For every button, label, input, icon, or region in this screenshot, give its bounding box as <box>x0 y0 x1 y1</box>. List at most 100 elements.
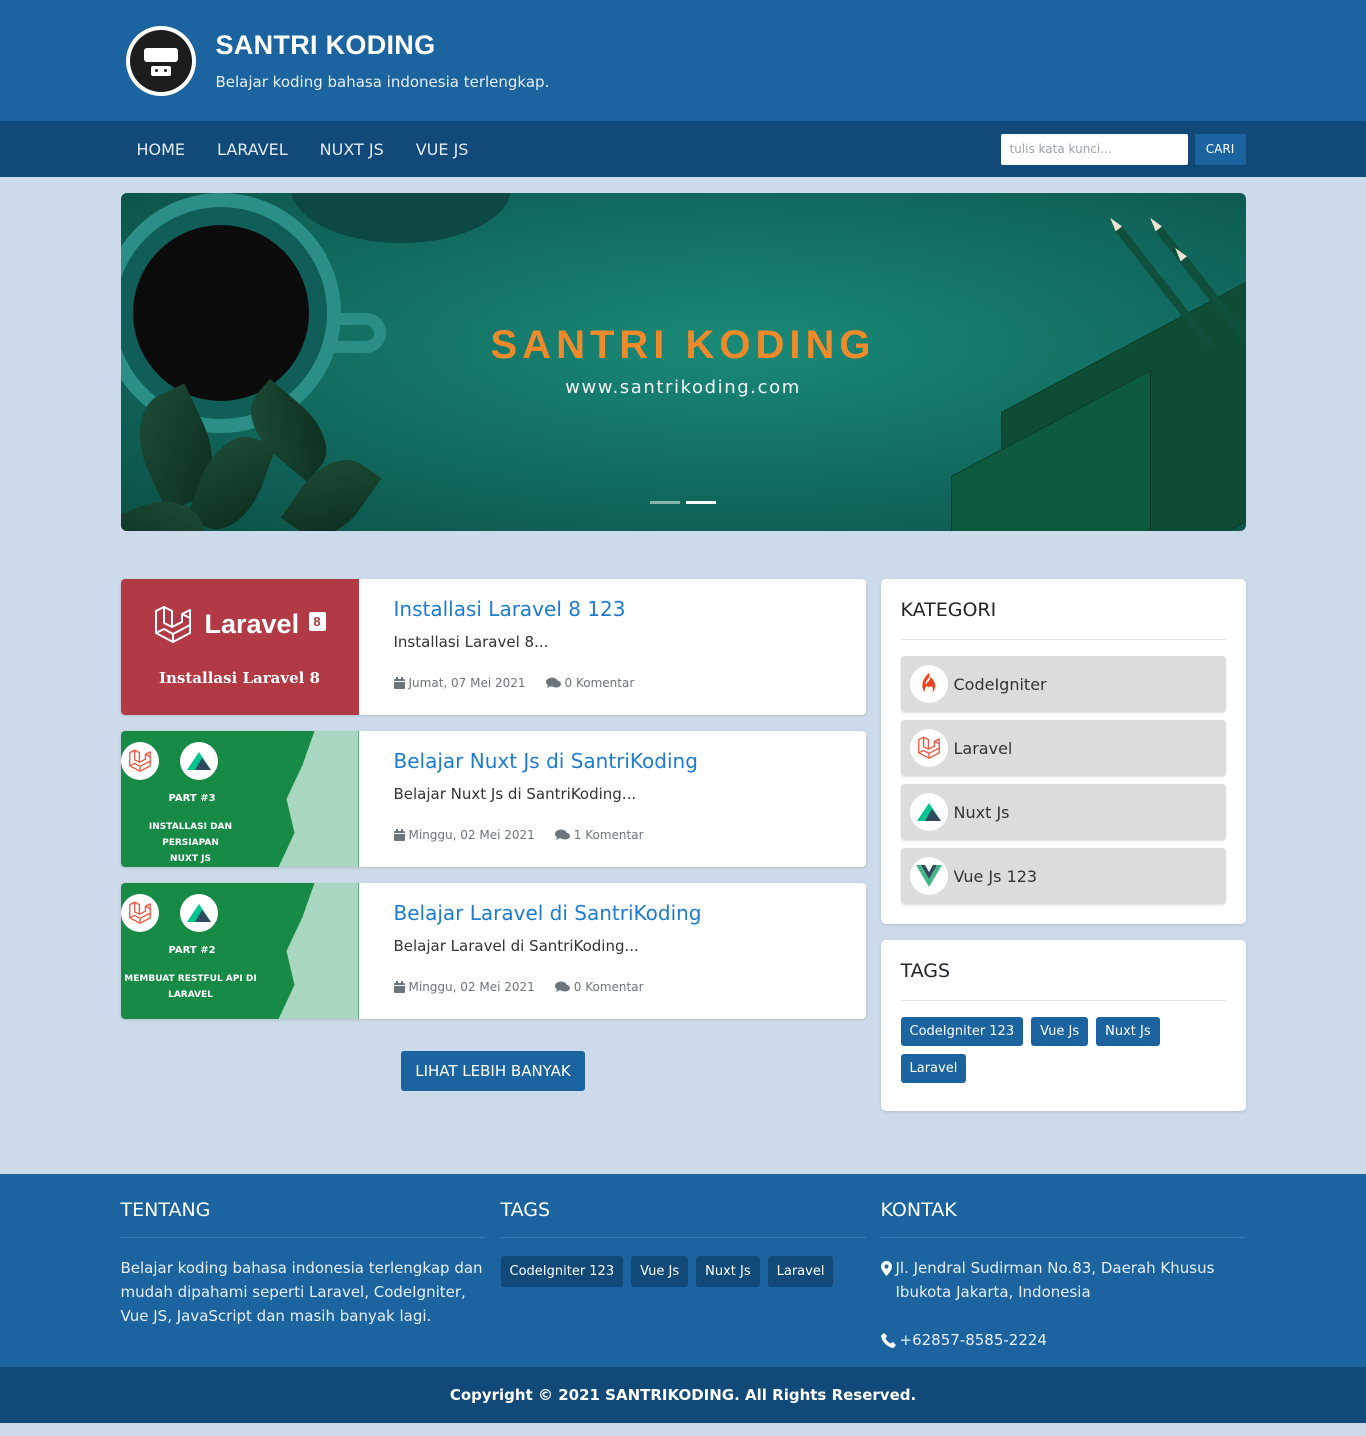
nav-item-home[interactable]: HOME <box>137 140 186 159</box>
load-more-button[interactable]: LIHAT LEBIH BANYAK <box>401 1051 585 1091</box>
post-card: PART #3 INSTALLASI DAN PERSIAPAN NUXT JS… <box>120 731 866 867</box>
post-comments[interactable]: 1 Komentar <box>554 828 644 842</box>
post-meta: Minggu, 02 Mei 2021 1 Komentar <box>393 828 831 842</box>
footer-tag-item[interactable]: Vue Js <box>631 1256 689 1287</box>
vue-icon <box>909 857 948 895</box>
comments-icon <box>545 677 561 688</box>
calendar-icon <box>393 677 405 689</box>
post-date-text: Minggu, 02 Mei 2021 <box>408 980 535 994</box>
footer-phone[interactable]: +62857-8585-2224 <box>880 1328 1246 1352</box>
site-subtitle: Belajar koding bahasa indonesia terlengk… <box>215 73 550 91</box>
sidebar: KATEGORI CodeIgniter Laravel Nuxt Js Vue… <box>880 579 1246 1127</box>
main-content: Laravel 8 Installasi Laravel 8 Installas… <box>120 579 1246 1127</box>
post-thumbnail[interactable]: PART #2 MEMBUAT RESTFUL API DI LARAVEL <box>120 883 359 1019</box>
comments-icon <box>554 981 570 992</box>
search-input[interactable] <box>1000 133 1188 165</box>
thumbnail-caption: MEMBUAT RESTFUL API DI LARAVEL <box>124 974 257 1000</box>
tag-item[interactable]: Vue Js <box>1031 1017 1089 1046</box>
footer-contact-title: KONTAK <box>880 1199 1246 1238</box>
post-thumbnail[interactable]: Laravel 8 Installasi Laravel 8 <box>120 579 359 715</box>
load-more-wrap: LIHAT LEBIH BANYAK <box>121 1051 866 1091</box>
tags-title: TAGS <box>900 960 1226 1001</box>
nuxt-icon <box>909 793 948 831</box>
footer-tag-list: CodeIgniter 123 Vue Js Nuxt Js Laravel <box>500 1256 866 1295</box>
category-label: Vue Js 123 <box>953 866 1038 886</box>
phone-icon <box>880 1333 896 1348</box>
category-item-codeigniter[interactable]: CodeIgniter <box>900 656 1226 712</box>
post-card: PART #2 MEMBUAT RESTFUL API DI LARAVEL B… <box>120 883 866 1019</box>
category-card: KATEGORI CodeIgniter Laravel Nuxt Js Vue… <box>880 579 1246 924</box>
site-title[interactable]: SANTRI KODING <box>216 30 550 61</box>
footer-about: TENTANG Belajar koding bahasa indonesia … <box>120 1199 486 1352</box>
post-meta: Jumat, 07 Mei 2021 0 Komentar <box>393 676 831 690</box>
thumbnail-part: PART #2 <box>168 945 216 956</box>
brand: SANTRI KODING Belajar koding bahasa indo… <box>216 30 550 91</box>
post-date-text: Minggu, 02 Mei 2021 <box>408 828 535 842</box>
comments-icon <box>554 829 570 840</box>
footer-tag-item[interactable]: Nuxt Js <box>696 1256 760 1287</box>
nuxt-icon <box>179 742 218 780</box>
main-nav: HOME LARAVEL NUXT JS VUE JS CARI <box>0 121 1366 177</box>
tag-item[interactable]: Laravel <box>900 1054 967 1083</box>
tags-card: TAGS CodeIgniter 123 Vue Js Nuxt Js Lara… <box>880 940 1246 1111</box>
category-item-nuxt-js[interactable]: Nuxt Js <box>900 784 1226 840</box>
post-excerpt: Installasi Laravel 8... <box>393 633 549 651</box>
category-title: KATEGORI <box>900 599 1226 640</box>
footer-tags-title: TAGS <box>500 1199 866 1238</box>
post-date-text: Jumat, 07 Mei 2021 <box>408 676 526 690</box>
tag-item[interactable]: CodeIgniter 123 <box>900 1017 1024 1046</box>
category-label: Nuxt Js <box>953 802 1010 822</box>
site-logo[interactable] <box>125 25 196 96</box>
footer-phone-text: +62857-8585-2224 <box>899 1331 1047 1349</box>
post-comments-text: 0 Komentar <box>573 980 644 994</box>
post-meta: Minggu, 02 Mei 2021 0 Komentar <box>393 980 831 994</box>
post-comments[interactable]: 0 Komentar <box>545 676 634 690</box>
post-date: Minggu, 02 Mei 2021 <box>393 828 535 842</box>
footer-about-text: Belajar koding bahasa indonesia terlengk… <box>120 1259 483 1325</box>
post-card: Laravel 8 Installasi Laravel 8 Installas… <box>120 579 866 715</box>
search-form: CARI <box>1000 133 1246 165</box>
post-list: Laravel 8 Installasi Laravel 8 Installas… <box>120 579 866 1127</box>
nav-item-vue-js[interactable]: VUE JS <box>416 140 469 159</box>
post-comments-text: 1 Komentar <box>573 828 644 842</box>
slide-url: www.santrikoding.com <box>565 377 801 398</box>
footer-tag-item[interactable]: Laravel <box>767 1256 834 1287</box>
decor-plate <box>290 193 511 243</box>
footer-tag-item[interactable]: CodeIgniter 123 <box>500 1256 624 1287</box>
slide-title: SANTRI KODING <box>490 323 876 367</box>
tag-list: CodeIgniter 123 Vue Js Nuxt Js Laravel <box>900 1017 1226 1091</box>
nav-item-laravel[interactable]: LARAVEL <box>217 140 288 159</box>
laravel-icon <box>120 894 159 932</box>
post-comments[interactable]: 0 Komentar <box>554 980 644 994</box>
tag-item[interactable]: Nuxt Js <box>1096 1017 1160 1046</box>
site-header: SANTRI KODING Belajar koding bahasa indo… <box>0 0 1366 121</box>
laravel-wordmark: Laravel <box>204 609 300 639</box>
slider-indicator-1[interactable] <box>649 501 680 504</box>
post-thumbnail[interactable]: PART #3 INSTALLASI DAN PERSIAPAN NUXT JS <box>120 731 359 867</box>
category-label: CodeIgniter <box>953 674 1047 694</box>
thumbnail-caption: INSTALLASI DAN PERSIAPAN NUXT JS <box>148 822 233 864</box>
laravel-icon <box>120 742 159 780</box>
post-excerpt: Belajar Nuxt Js di SantriKoding... <box>393 785 637 803</box>
post-excerpt: Belajar Laravel di SantriKoding... <box>393 937 639 955</box>
map-marker-icon <box>880 1261 892 1276</box>
search-button[interactable]: CARI <box>1194 133 1246 165</box>
nav-item-nuxt-js[interactable]: NUXT JS <box>320 140 384 159</box>
slider-indicators <box>649 501 722 504</box>
post-title-link[interactable]: Installasi Laravel 8 123 <box>394 597 831 621</box>
category-label: Laravel <box>953 738 1013 758</box>
post-title-link[interactable]: Belajar Laravel di SantriKoding <box>394 901 831 925</box>
footer-about-title: TENTANG <box>120 1199 486 1238</box>
thumbnail-part: PART #3 <box>168 793 216 804</box>
hero-slider[interactable]: SANTRI KODING www.santrikoding.com <box>120 193 1246 531</box>
laravel-icon <box>909 729 948 767</box>
category-item-laravel[interactable]: Laravel <box>900 720 1226 776</box>
footer-contact: KONTAK Jl. Jendral Sudirman No.83, Daera… <box>880 1199 1246 1352</box>
footer-address-text: Jl. Jendral Sudirman No.83, Daerah Khusu… <box>895 1259 1215 1301</box>
post-title-link[interactable]: Belajar Nuxt Js di SantriKoding <box>394 749 831 773</box>
post-date: Jumat, 07 Mei 2021 <box>393 676 526 690</box>
footer-address: Jl. Jendral Sudirman No.83, Daerah Khusu… <box>880 1256 1246 1304</box>
santri-logo-icon <box>129 29 192 92</box>
slider-indicator-2[interactable] <box>685 501 716 504</box>
category-item-vue-js[interactable]: Vue Js 123 <box>900 848 1226 904</box>
